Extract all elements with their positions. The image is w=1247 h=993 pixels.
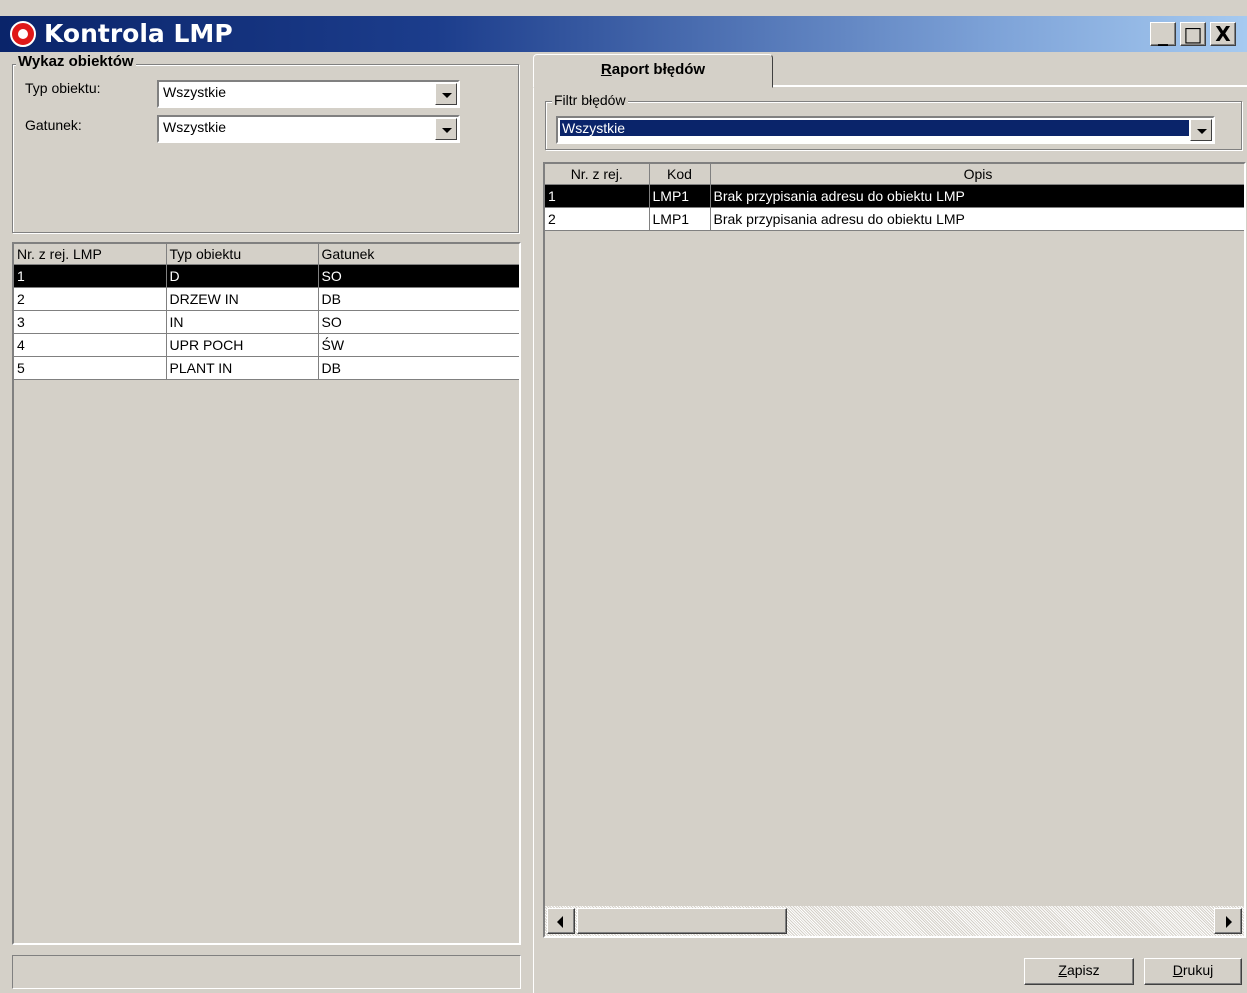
table-cell: 1 xyxy=(14,264,167,288)
table-cell: UPR POCH xyxy=(166,333,319,357)
object-list-title: Wykaz obiektów xyxy=(16,53,136,70)
species-select-value: Wszystkie xyxy=(163,119,226,135)
table-cell: IN xyxy=(166,310,319,334)
table-row[interactable]: 3 IN SO xyxy=(14,310,519,334)
object-table[interactable]: Nr. z rej. LMP Typ obiektu Gatunek 1 D S… xyxy=(12,242,521,945)
table-row[interactable]: 1 D SO xyxy=(14,264,519,288)
table-cell: ŚW xyxy=(318,333,519,357)
window-title: Kontrola LMP xyxy=(44,19,233,48)
column-header[interactable]: Nr. z rej. xyxy=(545,164,650,185)
column-header[interactable]: Opis xyxy=(710,164,1244,185)
type-select[interactable]: Wszystkie xyxy=(157,80,460,108)
status-panel xyxy=(12,955,521,989)
horizontal-scrollbar[interactable] xyxy=(545,906,1244,936)
table-cell: 4 xyxy=(14,333,167,357)
table-cell: LMP1 xyxy=(649,207,711,231)
title-bar[interactable]: Kontrola LMP _ □ X xyxy=(0,16,1247,52)
error-table[interactable]: Nr. z rej. Kod Opis 1 LMP1 Brak przypisa… xyxy=(543,162,1246,938)
species-select[interactable]: Wszystkie xyxy=(157,115,460,143)
app-logo-icon xyxy=(10,21,36,47)
tab-label-accelerator: R xyxy=(600,61,612,78)
close-button[interactable]: X xyxy=(1210,22,1236,46)
table-cell: DRZEW IN xyxy=(166,287,319,311)
print-button-accelerator: D xyxy=(1172,962,1183,978)
object-table-header: Nr. z rej. LMP Typ obiektu Gatunek xyxy=(14,244,519,265)
save-button[interactable]: Zapisz xyxy=(1024,958,1134,985)
table-cell: Brak przypisania adresu do obiektu LMP xyxy=(710,207,1244,231)
arrow-right-icon xyxy=(1226,916,1232,928)
error-table-header: Nr. z rej. Kod Opis xyxy=(545,164,1244,185)
tab-label: Raport błędów xyxy=(534,61,772,78)
tab-label-text: aport błędów xyxy=(611,61,706,78)
error-filter-select[interactable]: Wszystkie xyxy=(556,116,1215,144)
species-label: Gatunek: xyxy=(25,117,82,133)
table-row[interactable]: 2 LMP1 Brak przypisania adresu do obiekt… xyxy=(545,207,1244,231)
scrollbar-thumb[interactable] xyxy=(577,908,787,934)
type-select-value: Wszystkie xyxy=(163,84,226,100)
error-filter-value: Wszystkie xyxy=(559,119,1190,137)
print-button[interactable]: Drukuj xyxy=(1144,958,1242,985)
table-cell: DB xyxy=(318,287,519,311)
table-cell: Brak przypisania adresu do obiektu LMP xyxy=(710,184,1244,208)
chevron-down-icon[interactable] xyxy=(435,83,457,105)
table-cell: LMP1 xyxy=(649,184,711,208)
print-button-label: rukuj xyxy=(1182,962,1214,978)
column-header[interactable]: Typ obiektu xyxy=(166,244,319,265)
table-row[interactable]: 4 UPR POCH ŚW xyxy=(14,333,519,357)
table-row[interactable]: 2 DRZEW IN DB xyxy=(14,287,519,311)
table-cell: PLANT IN xyxy=(166,356,319,380)
error-filter-title: Filtr błędów xyxy=(552,92,628,108)
table-cell: 2 xyxy=(14,287,167,311)
table-row[interactable]: 1 LMP1 Brak przypisania adresu do obiekt… xyxy=(545,184,1244,208)
tab-error-report[interactable]: Raport błędów xyxy=(533,54,773,88)
table-cell: SO xyxy=(318,264,519,288)
save-button-accelerator: Z xyxy=(1058,962,1067,978)
maximize-button[interactable]: □ xyxy=(1180,22,1206,46)
scroll-left-button[interactable] xyxy=(547,908,575,934)
column-header[interactable]: Kod xyxy=(649,164,711,185)
type-label: Typ obiektu: xyxy=(25,80,101,96)
column-header[interactable]: Gatunek xyxy=(318,244,519,265)
chevron-down-icon[interactable] xyxy=(435,118,457,140)
table-row[interactable]: 5 PLANT IN DB xyxy=(14,356,519,380)
table-cell: D xyxy=(166,264,319,288)
table-cell: SO xyxy=(318,310,519,334)
column-header[interactable]: Nr. z rej. LMP xyxy=(14,244,167,265)
save-button-label: apisz xyxy=(1066,962,1100,978)
scroll-right-button[interactable] xyxy=(1214,908,1242,934)
minimize-button[interactable]: _ xyxy=(1150,22,1176,46)
arrow-left-icon xyxy=(557,916,563,928)
tab-strip-line xyxy=(772,85,1247,86)
table-cell: DB xyxy=(318,356,519,380)
chevron-down-icon[interactable] xyxy=(1190,119,1212,141)
table-cell: 3 xyxy=(14,310,167,334)
table-cell: 1 xyxy=(545,184,650,208)
table-cell: 2 xyxy=(545,207,650,231)
table-cell: 5 xyxy=(14,356,167,380)
